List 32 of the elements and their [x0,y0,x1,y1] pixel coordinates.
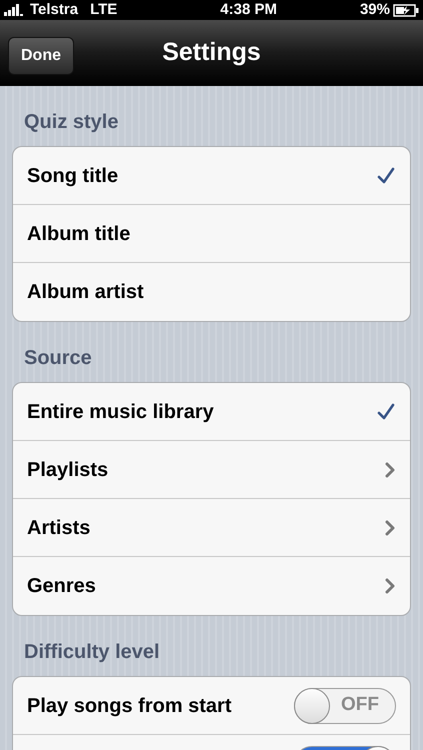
chevron-right-icon [384,520,396,536]
settings-row[interactable]: Playlists [13,441,410,499]
settings-row[interactable]: Song title [13,147,410,205]
settings-row[interactable]: Entire music library [13,383,410,441]
row-label: Album title [27,222,130,246]
switch-knob [294,688,330,724]
row-label: Song title [27,164,118,188]
row-label: Play songs from start [27,694,232,718]
settings-row[interactable]: Play songs from start OFF [13,677,410,735]
switch-label: OFF [341,693,379,718]
row-label: Entire music library [27,400,214,424]
settings-row[interactable]: Album title [13,205,410,263]
section-header: Difficulty level [23,640,161,665]
screen-title: Settings [162,36,261,68]
settings-row[interactable]: Album artist [13,263,410,321]
settings-row[interactable]: Genres [13,557,410,615]
row-label: Artists [27,516,90,540]
settings-row[interactable]: Artists [13,499,410,557]
row-label: Genres [27,574,96,599]
charging-battery-icon [393,4,419,16]
battery-percent: 39% [360,0,390,20]
carrier-name: Telstra [30,0,78,20]
signal-icon [4,4,26,16]
section-header: Quiz style [23,110,120,135]
chevron-right-icon [384,462,396,478]
clock: 4:38 PM [220,0,277,20]
row-label: Playlists [27,458,108,482]
chevron-right-icon [384,578,396,594]
network-type: LTE [90,0,118,20]
row-label: Album artist [27,280,144,305]
section-header: Source [23,346,93,371]
done-button[interactable]: Done [8,37,74,75]
